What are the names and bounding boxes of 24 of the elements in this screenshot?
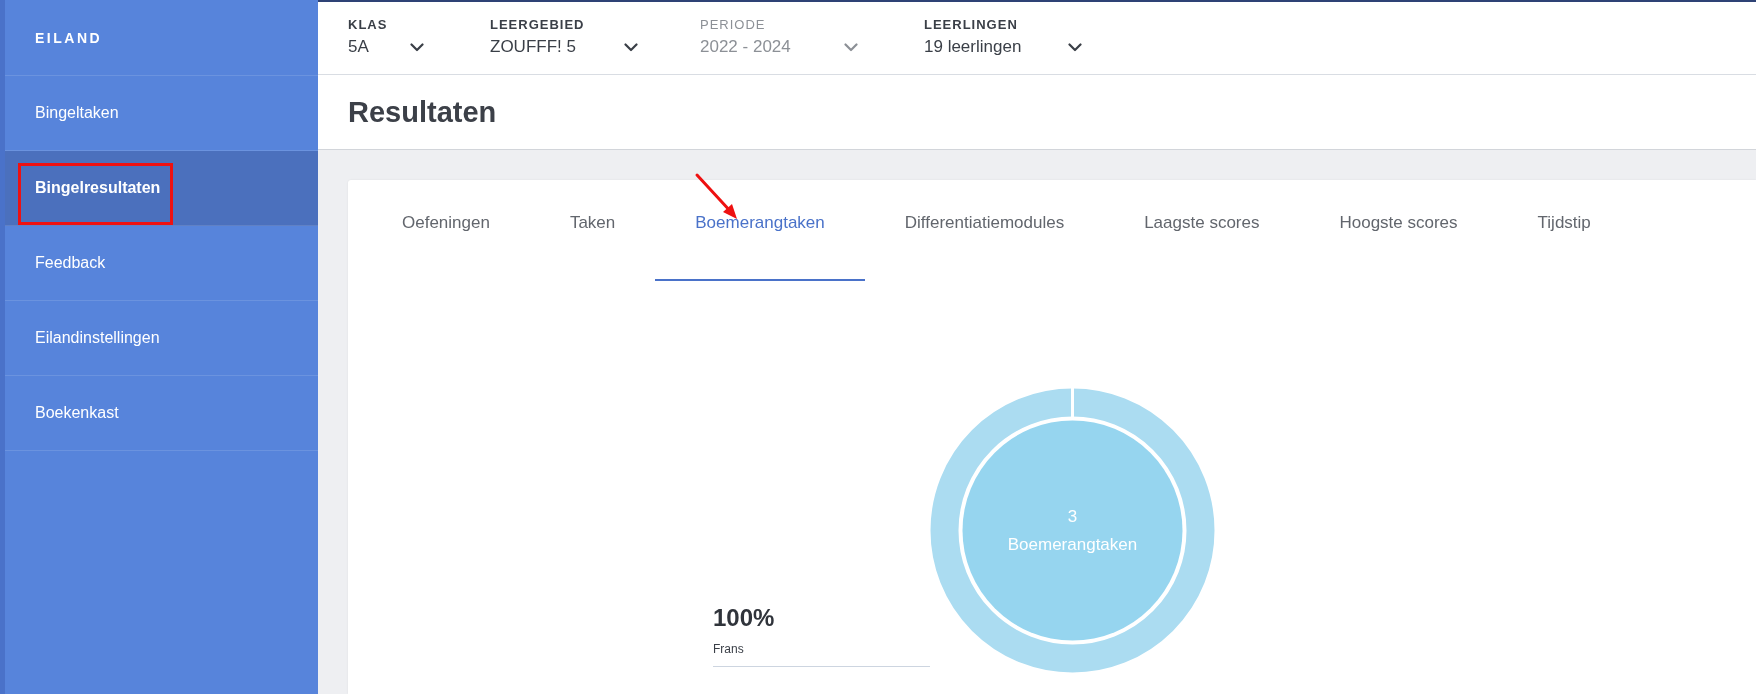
subject-label: Frans <box>713 642 745 656</box>
donut-label: Boemerangtaken <box>1007 534 1138 555</box>
tab[interactable]: Laagste scores <box>1104 180 1300 281</box>
caret-icon <box>624 42 638 52</box>
page-title: Resultaten <box>348 95 497 129</box>
tab[interactable]: Taken <box>529 180 656 281</box>
caret-icon <box>844 42 858 52</box>
filter-label: KLAS <box>348 17 389 32</box>
filter-dropdown[interactable]: 19 leerlingen <box>924 37 1082 57</box>
donut-count: 3 <box>1067 506 1078 527</box>
sidebar-item[interactable]: Bingelresultaten <box>5 151 318 226</box>
filter-label: LEERLINGEN <box>924 17 1019 32</box>
filter-label: PERIODE <box>700 17 767 32</box>
percentage: 100% <box>713 604 776 632</box>
filter-label: LEERGEBIED <box>490 17 586 32</box>
filter-dropdown[interactable]: 5A <box>348 37 424 57</box>
caret-icon <box>410 42 424 52</box>
tab[interactable]: Hoogste scores <box>1299 180 1498 281</box>
tab[interactable]: Differentiatiemodules <box>864 180 1105 281</box>
tab[interactable]: Tijdstip <box>1497 180 1631 281</box>
brand-title: EILAND <box>35 29 103 46</box>
caret-icon <box>1068 42 1082 52</box>
tab[interactable]: Oefeningen <box>362 180 530 281</box>
filter-dropdown[interactable]: ZOUFFF! 5 <box>490 37 638 57</box>
